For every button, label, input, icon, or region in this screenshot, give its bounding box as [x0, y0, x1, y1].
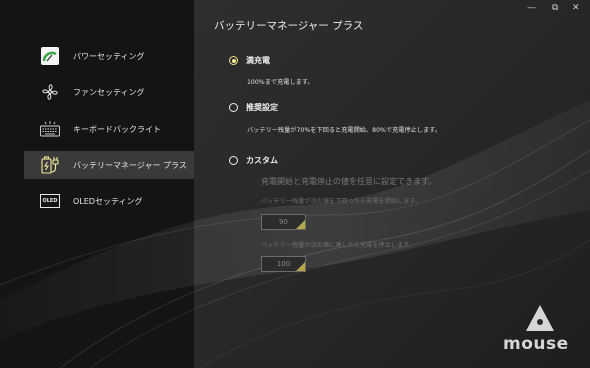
oled-icon-text: OLED [40, 194, 60, 208]
option-label: カスタム [246, 156, 278, 165]
sidebar-item-battery-manager[interactable]: バッテリーマネージャー プラス [24, 151, 194, 179]
radio-button[interactable] [229, 103, 238, 112]
close-button[interactable]: ✕ [572, 3, 580, 13]
option-label: 推奨設定 [246, 103, 278, 112]
stepper-corner-icon [296, 262, 305, 271]
radio-button[interactable] [229, 156, 238, 165]
option-description: 100%まで充電します。 [247, 79, 314, 86]
stop-threshold-value: 100 [276, 260, 291, 268]
sidebar-item-label: ファンセッティング [73, 87, 145, 97]
minimize-button[interactable]: — [527, 3, 536, 13]
sidebar-item-label: パワーセッティング [73, 51, 145, 61]
sidebar-item-fan[interactable]: ファンセッティング [24, 78, 194, 106]
start-threshold-value: 90 [279, 218, 288, 226]
sidebar-item-power[interactable]: パワーセッティング [24, 42, 194, 70]
sidebar-item-oled[interactable]: OLED OLEDセッティング [24, 187, 194, 215]
maximize-button[interactable]: ⧉ [552, 3, 558, 13]
page-title: バッテリーマネージャー プラス [214, 20, 364, 32]
oled-icon: OLED [39, 190, 61, 212]
sidebar-item-label: キーボードバックライト [73, 124, 161, 134]
keyboard-backlight-icon [39, 118, 61, 140]
option-label: 満充電 [246, 56, 270, 65]
sidebar: パワーセッティング ファンセッティング キーボードバックライト バッテリーマネー… [0, 0, 194, 368]
stop-threshold-label: バッテリー残量が次の値に達したら充電を停止します。 [261, 242, 416, 249]
radio-option-custom[interactable]: カスタム [229, 155, 278, 166]
start-threshold-label: バッテリー残量が次の値を下回ったら充電を開始します。 [261, 198, 422, 205]
custom-description: 充電開始と充電停止の値を任意に設定できます。 [261, 177, 437, 186]
sidebar-item-label: バッテリーマネージャー プラス [73, 160, 187, 170]
sidebar-item-label: OLEDセッティング [73, 196, 143, 206]
fan-icon [39, 81, 61, 103]
start-threshold-input[interactable]: 90 [261, 214, 306, 230]
mouse-logo: mouse [500, 305, 580, 360]
power-gauge-icon [39, 45, 61, 67]
radio-button-selected[interactable] [229, 56, 238, 65]
brand-name: mouse [503, 334, 569, 354]
radio-option-recommended[interactable]: 推奨設定 [229, 102, 278, 113]
option-description: バッテリー残量が70%を下回ると充電開始、80%で充電停止します。 [247, 127, 441, 134]
radio-option-full-charge[interactable]: 満充電 [229, 55, 270, 66]
battery-plug-icon [39, 154, 61, 176]
sidebar-item-keyboard-backlight[interactable]: キーボードバックライト [24, 115, 194, 143]
stepper-corner-icon [296, 220, 305, 229]
stop-threshold-input[interactable]: 100 [261, 256, 306, 272]
